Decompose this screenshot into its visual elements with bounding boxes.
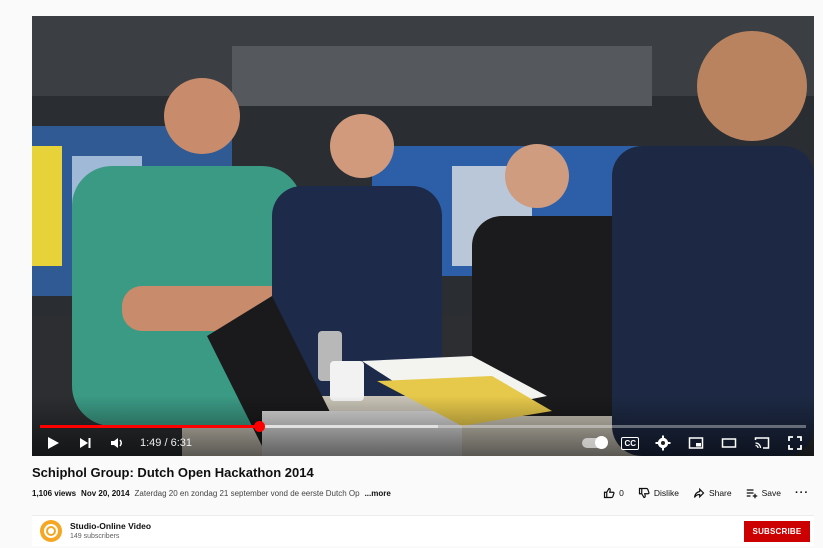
theater-icon[interactable] <box>720 434 738 452</box>
subscribe-button[interactable]: SUBSCRIBE <box>744 521 810 542</box>
cast-icon[interactable] <box>753 434 771 452</box>
right-controls: CC <box>582 433 804 453</box>
description-snippet: Zaterdag 20 en zondag 21 september vond … <box>134 489 360 498</box>
show-more-link[interactable]: ...more <box>365 489 391 498</box>
progress-bar[interactable] <box>40 421 806 432</box>
left-controls: 1:49 / 6:31 <box>44 433 192 453</box>
time-display: 1:49 / 6:31 <box>140 437 192 449</box>
youtube-watch-page: 1:49 / 6:31 CC Schiphol Group: Dutch Ope… <box>0 0 823 548</box>
volume-icon[interactable] <box>108 434 126 452</box>
share-icon <box>693 487 705 499</box>
play-icon[interactable] <box>44 434 62 452</box>
progress-fill <box>40 425 260 428</box>
thumbs-up-icon <box>604 487 615 499</box>
scrubber-handle[interactable] <box>254 421 266 432</box>
fullscreen-icon[interactable] <box>786 434 804 452</box>
video-meta[interactable]: 1,106 views Nov 20, 2014 Zaterdag 20 en … <box>32 489 391 498</box>
view-count: 1,106 views <box>32 489 77 498</box>
subscriber-count: 149 subscribers <box>70 533 120 540</box>
share-button[interactable]: Share <box>693 487 732 499</box>
share-label: Share <box>708 488 732 498</box>
upload-date: Nov 20, 2014 <box>81 489 130 498</box>
video-player[interactable]: 1:49 / 6:31 CC <box>32 16 814 456</box>
action-bar: 0 Dislike Share Save ··· <box>603 487 809 499</box>
thumbs-down-icon <box>638 487 650 499</box>
channel-avatar[interactable] <box>40 520 62 542</box>
more-actions-icon[interactable]: ··· <box>795 487 809 499</box>
save-label: Save <box>761 488 781 498</box>
gear-icon[interactable] <box>654 434 672 452</box>
like-button[interactable]: 0 <box>603 487 624 499</box>
like-count: 0 <box>619 488 624 498</box>
video-frame <box>32 16 814 456</box>
miniplayer-icon[interactable] <box>687 434 705 452</box>
channel-bar: Studio-Online Video 149 subscribers SUBS… <box>32 515 814 546</box>
captions-button[interactable]: CC <box>621 436 639 450</box>
autoplay-toggle[interactable] <box>582 436 609 449</box>
channel-name[interactable]: Studio-Online Video <box>70 521 151 531</box>
save-button[interactable]: Save <box>746 487 781 499</box>
video-title: Schiphol Group: Dutch Open Hackathon 201… <box>32 465 314 480</box>
dislike-label: Dislike <box>653 488 679 498</box>
next-icon[interactable] <box>76 434 94 452</box>
playlist-add-icon <box>746 489 757 499</box>
dislike-button[interactable]: Dislike <box>638 487 679 499</box>
